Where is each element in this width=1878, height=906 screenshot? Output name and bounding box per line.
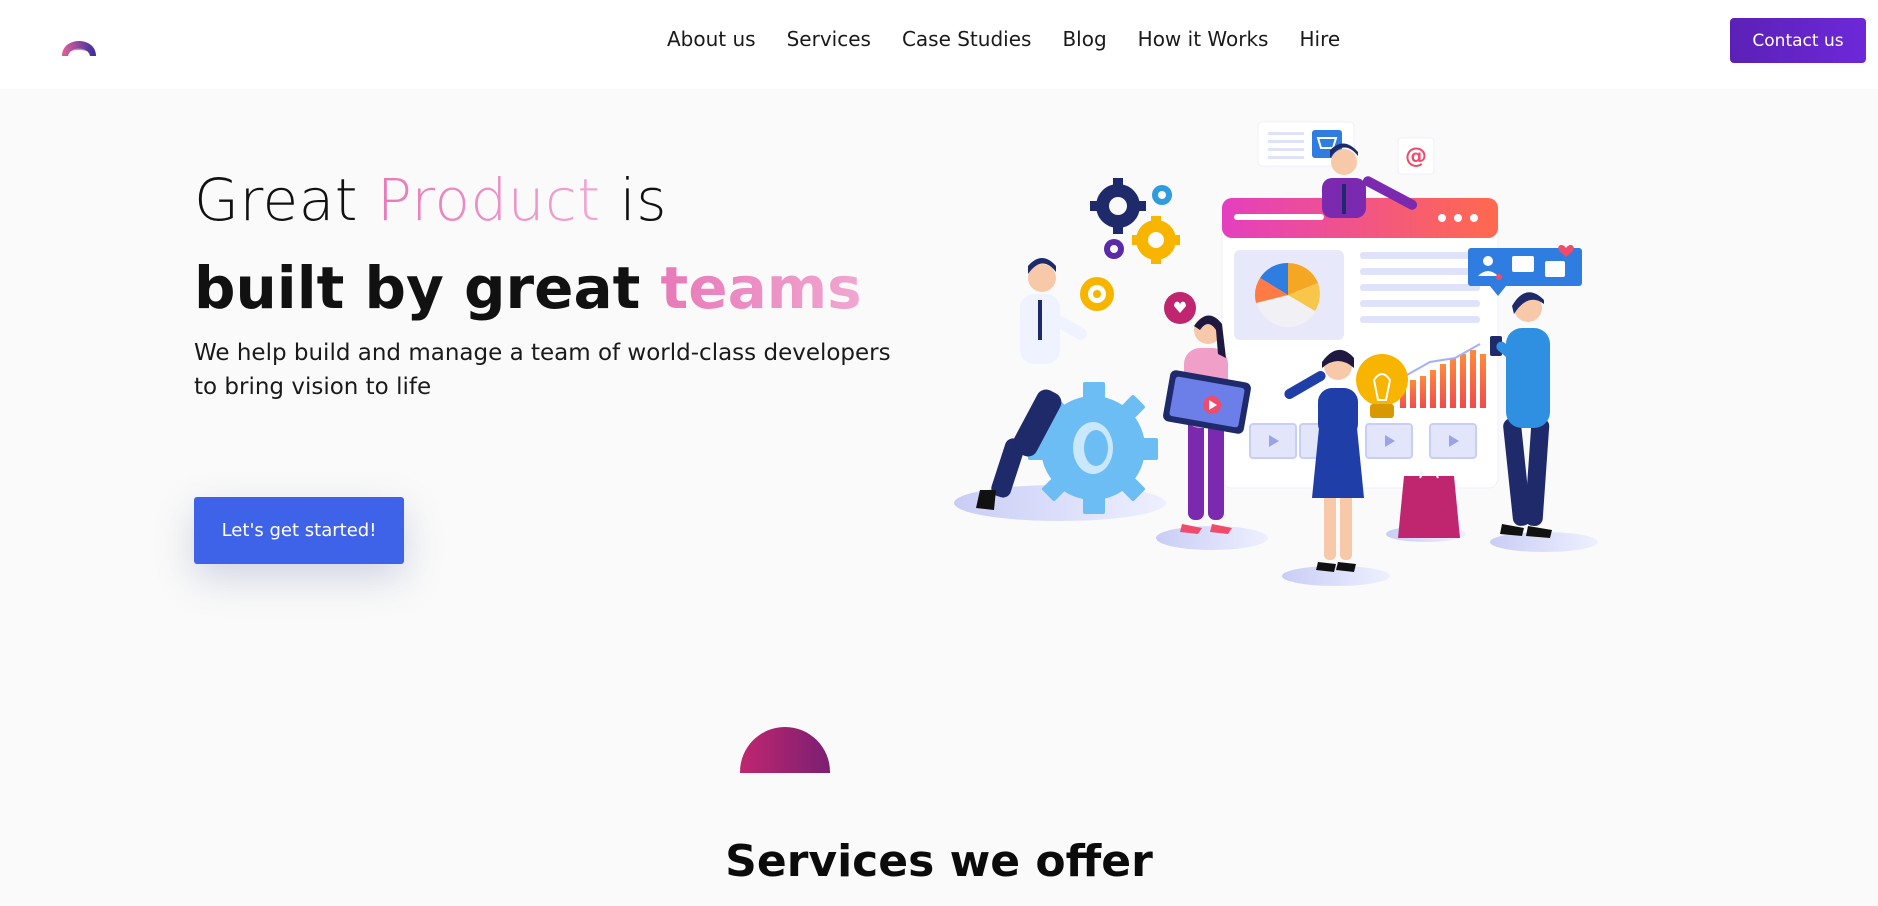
hero-illustration: @ xyxy=(954,121,1598,586)
hero-heading-text: is xyxy=(600,166,667,234)
nav-link-how-it-works[interactable]: How it Works xyxy=(1138,27,1269,51)
get-started-button[interactable]: Let's get started! xyxy=(194,497,404,564)
hero-heading-line2: built by great teams xyxy=(194,254,862,322)
gears-cluster xyxy=(1080,178,1196,324)
person-man-phone xyxy=(1490,292,1598,552)
hero-heading-line1: Great Product is xyxy=(194,166,667,234)
nav-link-case-studies[interactable]: Case Studies xyxy=(902,27,1032,51)
top-nav: About us Services Case Studies Blog How … xyxy=(0,0,1878,89)
hero-highlight-teams: teams xyxy=(660,254,862,322)
dashboard-panel xyxy=(1221,197,1499,489)
hero-heading-text: Great xyxy=(194,166,377,234)
hero-subtitle: We help build and manage a team of world… xyxy=(194,340,891,400)
logo-icon[interactable] xyxy=(60,30,98,58)
nav-link-hire[interactable]: Hire xyxy=(1299,27,1340,51)
nav-link-blog[interactable]: Blog xyxy=(1062,27,1106,51)
hero-heading-text: built by great xyxy=(194,254,661,322)
decorative-half-circle xyxy=(740,727,830,773)
contact-us-button[interactable]: Contact us xyxy=(1730,18,1866,63)
hero-highlight-product: Product xyxy=(376,166,601,234)
nav-links: About us Services Case Studies Blog How … xyxy=(667,27,1340,51)
nav-link-about[interactable]: About us xyxy=(667,27,756,51)
at-card: @ xyxy=(1397,137,1435,175)
services-heading: Services we offer xyxy=(725,836,1153,887)
nav-link-services[interactable]: Services xyxy=(787,27,871,51)
svg-text:@: @ xyxy=(1405,144,1427,169)
